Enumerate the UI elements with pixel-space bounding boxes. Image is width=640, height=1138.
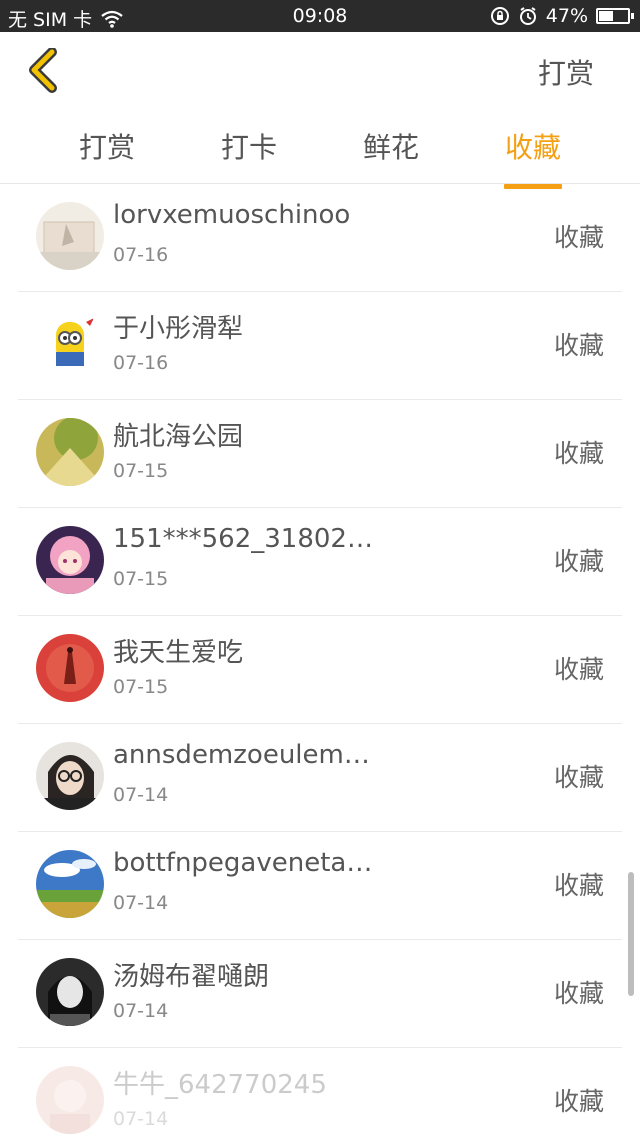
avatar[interactable] bbox=[36, 418, 104, 486]
favorite-label: 收藏 bbox=[553, 979, 604, 1008]
user-name: bottfnpegaveneta… bbox=[113, 848, 373, 878]
tab-favorites[interactable]: 收藏 bbox=[478, 126, 588, 189]
item-date: 07-15 bbox=[113, 460, 169, 482]
favorite-label: 收藏 bbox=[553, 547, 604, 576]
battery-fill bbox=[599, 11, 614, 21]
avatar[interactable] bbox=[36, 850, 104, 918]
user-name: 151***562_31802… bbox=[113, 524, 373, 554]
user-name: lorvxemuoschinoo bbox=[113, 200, 351, 230]
back-chevron-icon bbox=[29, 47, 57, 93]
user-name: 于小彤滑犁 bbox=[113, 314, 244, 344]
header: 打赏 bbox=[0, 32, 640, 112]
item-date: 07-14 bbox=[113, 1000, 169, 1022]
list-item[interactable]: 我天生爱吃 07-15 收藏 bbox=[18, 616, 622, 724]
item-date: 07-15 bbox=[113, 676, 169, 698]
favorite-label: 收藏 bbox=[553, 763, 604, 792]
avatar[interactable] bbox=[36, 634, 104, 702]
avatar[interactable] bbox=[36, 310, 104, 378]
avatar[interactable] bbox=[36, 202, 104, 270]
avatar[interactable] bbox=[36, 526, 104, 594]
tab-label: 打卡 bbox=[220, 131, 277, 164]
battery-percent: 47% bbox=[545, 5, 588, 27]
battery-icon bbox=[596, 8, 634, 24]
tab-reward[interactable]: 打赏 bbox=[52, 126, 162, 166]
rotation-lock-icon bbox=[490, 7, 509, 25]
tab-flowers[interactable]: 鲜花 bbox=[336, 126, 446, 166]
list-item[interactable]: 航北海公园 07-15 收藏 bbox=[18, 400, 622, 508]
tab-checkin[interactable]: 打卡 bbox=[194, 126, 304, 166]
list-item[interactable]: lorvxemuoschinoo 07-16 收藏 bbox=[18, 184, 622, 292]
user-name: 航北海公园 bbox=[113, 422, 244, 452]
favorite-label: 收藏 bbox=[553, 331, 604, 360]
item-date: 07-16 bbox=[113, 352, 169, 374]
avatar[interactable] bbox=[36, 742, 104, 810]
tab-label: 鲜花 bbox=[362, 131, 419, 164]
item-date: 07-15 bbox=[113, 568, 169, 590]
list-item[interactable]: 151***562_31802… 07-15 收藏 bbox=[18, 508, 622, 616]
favorite-label: 收藏 bbox=[553, 655, 604, 684]
user-name: 牛牛_642770245 bbox=[113, 1070, 327, 1100]
list-item[interactable]: annsdemzoeulem… 07-14 收藏 bbox=[18, 724, 622, 832]
list-item[interactable]: 于小彤滑犁 07-16 收藏 bbox=[18, 292, 622, 400]
alarm-icon bbox=[519, 7, 536, 25]
avatar[interactable] bbox=[36, 1066, 104, 1134]
list-item[interactable]: 牛牛_642770245 07-14 收藏 bbox=[18, 1048, 622, 1138]
favorite-label: 收藏 bbox=[553, 223, 604, 252]
tab-label: 打赏 bbox=[78, 131, 135, 164]
status-bar: 无 SIM 卡 09:08 47% bbox=[0, 0, 640, 32]
user-name: annsdemzoeulem… bbox=[113, 740, 370, 770]
item-date: 07-14 bbox=[113, 784, 169, 806]
scrollbar[interactable] bbox=[628, 872, 634, 996]
avatar[interactable] bbox=[36, 958, 104, 1026]
item-date: 07-16 bbox=[113, 244, 169, 266]
favorite-label: 收藏 bbox=[553, 1087, 604, 1116]
item-date: 07-14 bbox=[113, 1108, 169, 1130]
favorite-label: 收藏 bbox=[553, 439, 604, 468]
status-right: 47% bbox=[490, 5, 634, 27]
list-item[interactable]: bottfnpegaveneta… 07-14 收藏 bbox=[18, 832, 622, 940]
user-name: 汤姆布翟嗵朗 bbox=[113, 962, 270, 992]
list-item[interactable]: 汤姆布翟嗵朗 07-14 收藏 bbox=[18, 940, 622, 1048]
tab-bar: 打赏 打卡 鲜花 收藏 bbox=[0, 112, 640, 189]
reward-header-button[interactable]: 打赏 bbox=[538, 52, 594, 92]
back-button[interactable] bbox=[22, 47, 70, 96]
user-name: 我天生爱吃 bbox=[113, 638, 244, 668]
favorite-label: 收藏 bbox=[553, 871, 604, 900]
item-date: 07-14 bbox=[113, 892, 169, 914]
tab-label: 收藏 bbox=[504, 131, 561, 164]
